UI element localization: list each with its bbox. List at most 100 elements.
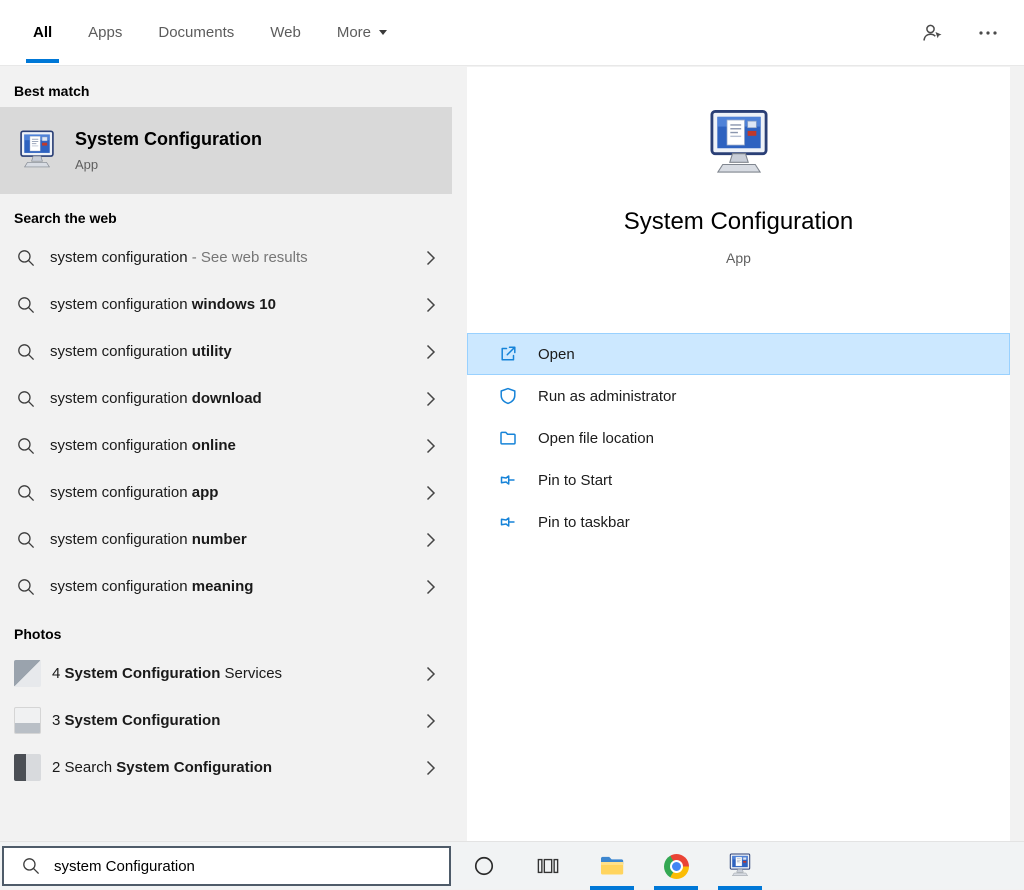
web-search-suggestion-row[interactable]: system configuration - See web results: [0, 234, 452, 281]
search-icon: [16, 295, 36, 315]
top-bar-actions: [920, 0, 1000, 65]
web-search-suggestion-row[interactable]: system configuration app: [0, 469, 452, 516]
tab-more[interactable]: More: [337, 0, 387, 65]
web-search-suggestion-row[interactable]: system configuration windows 10: [0, 281, 452, 328]
search-filter-bar: All Apps Documents Web More: [0, 0, 1024, 66]
web-search-suggestion-row[interactable]: system configuration download: [0, 375, 452, 422]
photo-result-row[interactable]: 3 System Configuration: [0, 697, 452, 744]
photos-list: 4 System Configuration Services 3 System…: [0, 650, 452, 791]
chevron-right-icon[interactable]: [426, 666, 436, 682]
best-match-result[interactable]: System Configuration App: [0, 107, 452, 194]
search-icon: [16, 577, 36, 597]
web-search-list: system configuration - See web results s…: [0, 234, 452, 610]
taskbar-chrome-button[interactable]: [644, 842, 708, 890]
msconfig-app-icon-large: [700, 109, 778, 181]
preview-panel: System Configuration App Open Run as adm…: [467, 67, 1010, 841]
tab-apps[interactable]: Apps: [88, 0, 122, 65]
taskbar-cortana-button[interactable]: [452, 842, 516, 890]
search-results-panel: Best match System Configuration App Sear…: [0, 67, 452, 841]
suggestion-text: system configuration number: [50, 531, 418, 548]
search-tabs: All Apps Documents Web More: [33, 0, 387, 65]
tab-web[interactable]: Web: [270, 0, 301, 65]
chevron-right-icon[interactable]: [426, 713, 436, 729]
web-search-suggestion-row[interactable]: system configuration number: [0, 516, 452, 563]
search-input[interactable]: [54, 858, 441, 875]
cortana-circle-icon: [473, 855, 495, 877]
open-icon: [498, 344, 518, 364]
pin-icon: [498, 470, 518, 490]
more-options-icon[interactable]: [976, 21, 1000, 45]
taskbar-task-view-button[interactable]: [516, 842, 580, 890]
taskbar-msconfig-button[interactable]: [708, 842, 772, 890]
tab-label: All: [33, 24, 52, 41]
chevron-right-icon[interactable]: [426, 391, 436, 407]
chevron-right-icon[interactable]: [426, 532, 436, 548]
msconfig-app-icon: [14, 130, 60, 172]
chevron-right-icon[interactable]: [426, 579, 436, 595]
web-search-suggestion-row[interactable]: system configuration online: [0, 422, 452, 469]
photos-header: Photos: [0, 610, 452, 650]
tab-label: Documents: [158, 24, 234, 41]
photo-thumbnail: [14, 707, 41, 734]
suggestion-text: system configuration windows 10: [50, 296, 418, 313]
best-match-subtitle: App: [75, 157, 262, 172]
photo-result-text: 4 System Configuration Services: [52, 665, 418, 682]
search-the-web-header: Search the web: [0, 194, 452, 234]
tab-label: Apps: [88, 24, 122, 41]
suggestion-text: system configuration download: [50, 390, 418, 407]
taskbar-search-box[interactable]: [2, 846, 451, 886]
suggestion-text: system configuration - See web results: [50, 249, 418, 266]
search-icon: [16, 342, 36, 362]
search-icon: [16, 248, 36, 268]
task-view-icon: [537, 855, 559, 877]
pin-icon: [498, 512, 518, 532]
taskbar: [0, 841, 1024, 889]
tab-label: More: [337, 24, 371, 41]
chevron-right-icon[interactable]: [426, 344, 436, 360]
search-icon: [16, 483, 36, 503]
search-icon: [16, 389, 36, 409]
chevron-right-icon[interactable]: [426, 250, 436, 266]
best-match-title: System Configuration: [75, 129, 262, 150]
photo-thumbnail: [14, 754, 41, 781]
action-open[interactable]: Open: [467, 333, 1010, 375]
action-pin-to-start[interactable]: Pin to Start: [467, 459, 1010, 501]
chrome-icon: [664, 854, 689, 879]
preview-header: System Configuration App: [467, 67, 1010, 266]
photo-result-row[interactable]: 2 Search System Configuration: [0, 744, 452, 791]
best-match-header: Best match: [0, 67, 452, 107]
suggestion-text: system configuration meaning: [50, 578, 418, 595]
chevron-down-icon: [379, 30, 387, 35]
best-match-texts: System Configuration App: [75, 129, 262, 172]
file-explorer-icon: [599, 854, 625, 878]
action-open-file-location[interactable]: Open file location: [467, 417, 1010, 459]
suggestion-text: system configuration app: [50, 484, 418, 501]
taskbar-items: [452, 842, 772, 889]
tab-label: Web: [270, 24, 301, 41]
chevron-right-icon[interactable]: [426, 485, 436, 501]
search-icon: [16, 530, 36, 550]
context-actions: Open Run as administrator Open file loca…: [467, 333, 1010, 543]
photo-result-row[interactable]: 4 System Configuration Services: [0, 650, 452, 697]
web-search-suggestion-row[interactable]: system configuration utility: [0, 328, 452, 375]
photo-result-text: 2 Search System Configuration: [52, 759, 418, 776]
search-icon: [16, 436, 36, 456]
admin-shield-icon: [498, 386, 518, 406]
photo-result-text: 3 System Configuration: [52, 712, 418, 729]
chevron-right-icon[interactable]: [426, 760, 436, 776]
user-account-icon[interactable]: [920, 21, 944, 45]
search-icon: [21, 856, 41, 876]
chevron-right-icon[interactable]: [426, 438, 436, 454]
folder-icon: [498, 428, 518, 448]
action-pin-to-taskbar[interactable]: Pin to taskbar: [467, 501, 1010, 543]
app-title: System Configuration: [467, 208, 1010, 236]
tab-all[interactable]: All: [33, 0, 52, 65]
action-run-as-administrator[interactable]: Run as administrator: [467, 375, 1010, 417]
tab-documents[interactable]: Documents: [158, 0, 234, 65]
msconfig-icon: [726, 853, 754, 879]
photo-thumbnail: [14, 660, 41, 687]
web-search-suggestion-row[interactable]: system configuration meaning: [0, 563, 452, 610]
chevron-right-icon[interactable]: [426, 297, 436, 313]
suggestion-text: system configuration utility: [50, 343, 418, 360]
taskbar-file-explorer-button[interactable]: [580, 842, 644, 890]
